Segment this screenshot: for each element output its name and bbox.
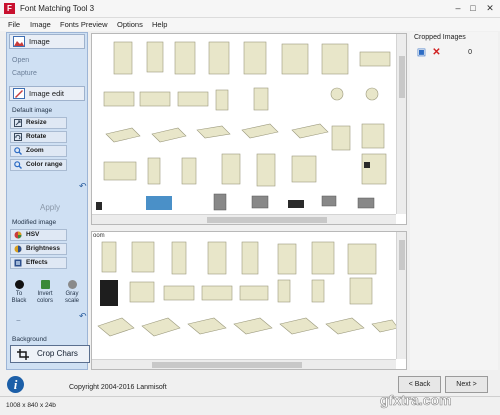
- cropped-images-count: 0: [468, 49, 472, 56]
- background-label: Background: [12, 336, 47, 343]
- menu-fonts-preview[interactable]: Fonts Preview: [60, 20, 108, 29]
- image-edit-section-header[interactable]: Image edit: [9, 86, 85, 101]
- minimize-button[interactable]: –: [452, 2, 464, 14]
- add-cropped-icon[interactable]: ▣: [416, 47, 427, 58]
- rotate-button[interactable]: Rotate: [10, 131, 67, 143]
- hsv-button[interactable]: HSV: [10, 229, 67, 241]
- capture-item[interactable]: Capture: [12, 70, 37, 77]
- to-black-label: To Black: [11, 291, 27, 304]
- menu-help[interactable]: Help: [152, 20, 167, 29]
- resize-button[interactable]: Resize: [10, 117, 67, 129]
- zoom-image-viewer[interactable]: oom: [91, 231, 407, 370]
- image-dimensions-status: 1008 x 840 x 24b: [6, 402, 56, 409]
- image-icon: [13, 36, 25, 47]
- default-image-label: Default image: [12, 107, 53, 114]
- brightness-label: Brightness: [26, 245, 60, 252]
- gray-scale-button[interactable]: Gray scale: [61, 280, 83, 305]
- maximize-button[interactable]: □: [467, 2, 479, 14]
- undo-icon-2[interactable]: ↶: [79, 311, 87, 322]
- image-edit-icon: [13, 88, 25, 99]
- color-range-label: Color range: [26, 161, 63, 168]
- crop-icon: [17, 349, 29, 360]
- zoom-view-label: oom: [93, 233, 105, 239]
- watermark: gfxtra.com: [380, 392, 452, 409]
- menu-file[interactable]: File: [8, 20, 20, 29]
- window-title: Font Matching Tool 3: [20, 4, 95, 13]
- effects-button[interactable]: Effects: [10, 257, 67, 269]
- effects-label: Effects: [26, 259, 48, 266]
- upper-horizontal-scroll-thumb[interactable]: [207, 217, 327, 223]
- gray-scale-icon: [67, 280, 77, 289]
- cropped-images-pane: Cropped Images ▣ ✕ 0: [410, 32, 498, 370]
- upper-vertical-scrollbar[interactable]: [396, 34, 406, 214]
- delete-cropped-icon[interactable]: ✕: [431, 47, 442, 58]
- undo-icon[interactable]: ↶: [79, 181, 87, 192]
- minus-icon[interactable]: −: [16, 316, 21, 325]
- modified-image-label: Modified image: [12, 219, 57, 226]
- image-section-label: Image: [29, 37, 50, 46]
- lower-vertical-scroll-thumb[interactable]: [399, 240, 405, 270]
- rotate-icon: [14, 133, 22, 141]
- invert-colors-label: Invert colors: [36, 291, 53, 304]
- lower-horizontal-scroll-thumb[interactable]: [152, 362, 302, 368]
- brightness-button[interactable]: Brightness: [10, 243, 67, 255]
- to-black-button[interactable]: To Black: [8, 280, 30, 305]
- hsv-label: HSV: [26, 231, 40, 238]
- app-logo-icon: F: [4, 3, 15, 14]
- zoomed-furniture-image: [97, 241, 399, 337]
- open-item[interactable]: Open: [12, 57, 29, 64]
- next-button[interactable]: Next >: [445, 376, 488, 393]
- cropped-images-title: Cropped Images: [414, 34, 466, 41]
- info-icon[interactable]: i: [7, 376, 24, 393]
- sidebar: Image Open Capture Image edit Default im…: [6, 32, 90, 370]
- lower-horizontal-scrollbar[interactable]: [92, 359, 396, 369]
- image-section-header[interactable]: Image: [9, 34, 85, 49]
- menu-options[interactable]: Options: [117, 20, 143, 29]
- brightness-icon: [14, 245, 22, 253]
- color-range-icon: [14, 161, 22, 169]
- resize-icon: [14, 119, 22, 127]
- rotate-label: Rotate: [26, 133, 47, 140]
- furniture-image: [96, 41, 391, 211]
- color-range-button[interactable]: Color range: [10, 159, 67, 171]
- back-button[interactable]: < Back: [398, 376, 441, 393]
- apply-button[interactable]: Apply: [40, 203, 60, 212]
- image-edit-section-label: Image edit: [29, 89, 65, 98]
- resize-label: Resize: [26, 119, 47, 126]
- crop-chars-label: Crop Chars: [37, 349, 78, 358]
- menu-image[interactable]: Image: [30, 20, 51, 29]
- title-bar: F Font Matching Tool 3 – □ ✕: [0, 0, 500, 18]
- invert-colors-button[interactable]: Invert colors: [34, 280, 56, 305]
- hsv-icon: [14, 231, 22, 239]
- zoom-button[interactable]: Zoom: [10, 145, 67, 157]
- original-image-viewer[interactable]: [91, 33, 407, 225]
- gray-scale-label: Gray scale: [64, 291, 79, 304]
- lower-vertical-scrollbar[interactable]: [396, 232, 406, 359]
- copyright-text: Copyright 2004-2016 Lanmisoft: [69, 384, 167, 391]
- to-black-icon: [14, 280, 24, 289]
- invert-colors-icon: [40, 280, 50, 289]
- crop-chars-button[interactable]: Crop Chars: [10, 345, 90, 363]
- close-button[interactable]: ✕: [484, 2, 496, 14]
- upper-horizontal-scrollbar[interactable]: [92, 214, 396, 224]
- upper-vertical-scroll-thumb[interactable]: [399, 56, 405, 98]
- effects-icon: [14, 259, 22, 267]
- menu-bar: File Image Fonts Preview Options Help: [0, 18, 500, 31]
- zoom-label: Zoom: [26, 147, 44, 154]
- zoom-icon: [14, 147, 22, 155]
